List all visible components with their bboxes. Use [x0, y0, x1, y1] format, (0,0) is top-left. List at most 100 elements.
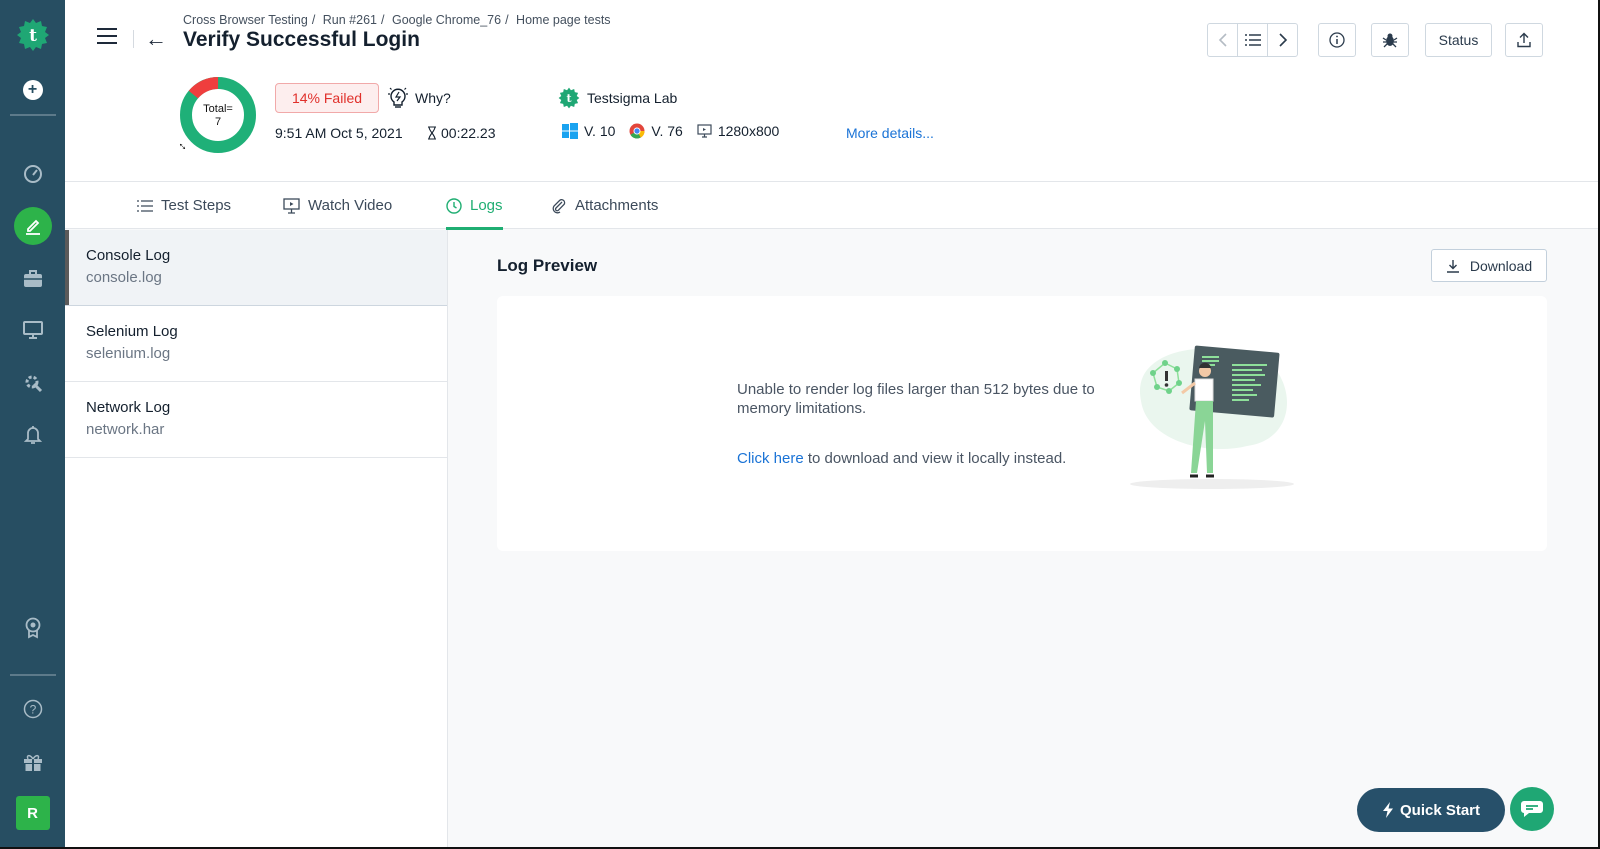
log-preview-title: Log Preview	[497, 256, 598, 275]
testsigma-lab-icon: t	[558, 87, 580, 109]
header-divider	[133, 30, 134, 48]
resolution-info: 1280x800	[697, 123, 780, 139]
export-button[interactable]	[1505, 23, 1543, 57]
log-files-list: Console Log console.log Selenium Log sel…	[65, 230, 448, 847]
render-limit-message: Unable to render log files larger than 5…	[737, 381, 1095, 417]
info-button[interactable]	[1318, 23, 1356, 57]
chevron-left-icon	[1218, 33, 1227, 47]
lightning-bolt-icon	[1382, 802, 1393, 818]
breadcrumb-item[interactable]: Cross Browser Testing	[183, 13, 308, 27]
breadcrumb-item[interactable]: Google Chrome_76	[392, 13, 501, 27]
environment-details: V. 10 V. 76 1280x800	[562, 123, 785, 139]
download-button[interactable]: Download	[1431, 249, 1547, 282]
notifications-bell-icon[interactable]	[23, 425, 43, 445]
tab-label: Test Steps	[161, 197, 232, 214]
log-name: Network Log	[86, 399, 171, 416]
page-title: Verify Successful Login	[183, 28, 420, 51]
lab-name: Testsigma Lab	[587, 90, 678, 106]
testsigma-logo-icon[interactable]: t	[16, 18, 50, 52]
download-label: Download	[1469, 257, 1533, 274]
hourglass-icon	[428, 126, 436, 140]
log-item-console[interactable]: Console Log console.log	[65, 230, 447, 306]
status-toolbar: Status	[1425, 23, 1492, 57]
report-bug-button[interactable]	[1371, 23, 1409, 57]
settings-icon[interactable]	[23, 373, 43, 393]
sidebar: t + ? R	[0, 0, 65, 847]
os-info: V. 10	[562, 123, 615, 139]
monitor-icon[interactable]	[22, 320, 43, 340]
bug-toolbar	[1371, 23, 1409, 57]
more-details-link[interactable]: More details...	[846, 125, 934, 141]
bug-icon	[1382, 33, 1398, 48]
sidebar-divider	[10, 114, 56, 116]
tab-label: Logs	[470, 197, 503, 214]
result-navigation-group	[1207, 23, 1298, 57]
chat-bubble-icon	[1521, 801, 1543, 817]
log-preview-card: Unable to render log files larger than 5…	[497, 296, 1547, 551]
click-here-link[interactable]: Click here	[737, 450, 804, 467]
execution-lab: t Testsigma Lab	[558, 87, 677, 109]
why-label: Why?	[415, 90, 451, 106]
lightbulb-icon	[388, 87, 408, 108]
windows-icon	[562, 123, 578, 139]
error-illustration	[1130, 345, 1294, 489]
tab-watch-video[interactable]: Watch Video	[283, 182, 392, 229]
clock-icon	[446, 197, 462, 214]
quick-start-button[interactable]: Quick Start	[1357, 788, 1505, 832]
info-icon	[1329, 32, 1345, 48]
menu-hamburger-icon[interactable]	[97, 28, 117, 48]
monitor-icon	[697, 123, 712, 138]
log-item-network[interactable]: Network Log network.har	[65, 382, 447, 458]
why-failed-link[interactable]: Why?	[387, 86, 451, 110]
rewards-badge-icon[interactable]	[23, 617, 43, 639]
upload-icon	[1517, 32, 1531, 48]
briefcase-icon[interactable]	[23, 269, 43, 289]
user-avatar[interactable]: R	[15, 796, 50, 830]
log-filename: network.har	[86, 421, 165, 438]
info-toolbar	[1318, 23, 1356, 57]
svg-text:?: ?	[29, 703, 36, 717]
results-list-button[interactable]	[1237, 23, 1268, 57]
dashboard-icon[interactable]	[23, 164, 43, 184]
status-button[interactable]: Status	[1425, 23, 1492, 57]
os-version: V. 10	[584, 123, 616, 139]
tab-logs[interactable]: Logs	[446, 182, 503, 230]
tab-label: Watch Video	[308, 197, 393, 214]
total-label: Total=	[203, 103, 233, 115]
tab-attachments[interactable]: Attachments	[551, 182, 658, 229]
failed-percentage-badge: 14% Failed	[275, 83, 379, 113]
log-item-selenium[interactable]: Selenium Log selenium.log	[65, 306, 447, 382]
tab-test-steps[interactable]: Test Steps	[137, 182, 231, 229]
download-icon	[1446, 259, 1459, 273]
log-filename: console.log	[86, 269, 162, 286]
resolution-value: 1280x800	[717, 123, 780, 139]
total-value: 7	[214, 116, 222, 128]
test-development-icon[interactable]	[13, 207, 52, 245]
chevron-right-icon	[1278, 33, 1287, 47]
browser-info: V. 76	[629, 123, 683, 139]
help-icon[interactable]: ?	[23, 699, 43, 719]
chrome-icon	[629, 123, 645, 139]
share-toolbar	[1505, 23, 1543, 57]
breadcrumb-item[interactable]: Run #261	[323, 13, 377, 27]
breadcrumb: Cross Browser Testing / Run #261/ Google …	[183, 13, 611, 27]
duration-value: 00:22.23	[441, 125, 496, 141]
donut-total-label: Total= 7	[179, 103, 257, 129]
previous-result-button[interactable]	[1207, 23, 1238, 57]
list-icon	[137, 199, 153, 212]
list-icon	[1244, 34, 1261, 46]
log-name: Console Log	[86, 247, 171, 264]
gift-icon[interactable]	[23, 752, 43, 772]
paperclip-icon	[552, 198, 566, 213]
tab-label: Attachments	[575, 197, 659, 214]
log-filename: selenium.log	[86, 345, 171, 362]
monitor-play-icon	[283, 197, 300, 214]
log-name: Selenium Log	[86, 323, 178, 340]
back-arrow-icon[interactable]: ←	[145, 26, 167, 52]
chat-support-button[interactable]	[1510, 787, 1554, 831]
next-result-button[interactable]	[1267, 23, 1298, 57]
breadcrumb-item[interactable]: Home page tests	[516, 13, 611, 27]
add-icon[interactable]: +	[22, 80, 43, 100]
result-tabs: Test Steps Watch Video Logs Attachments	[65, 182, 1598, 230]
download-instruction: Click here to download and view it local…	[737, 450, 1066, 467]
